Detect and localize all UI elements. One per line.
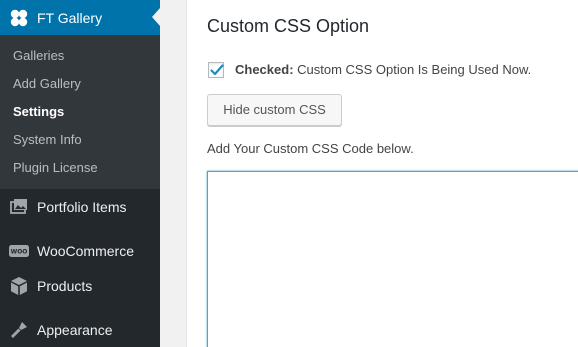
menu-ft-gallery[interactable]: FT Gallery [0, 0, 160, 35]
custom-css-textarea[interactable] [207, 171, 578, 347]
portfolio-icon [10, 199, 27, 214]
custom-css-label: Add Your Custom CSS Code below. [207, 141, 414, 156]
current-menu-arrow [152, 8, 160, 26]
woocommerce-icon: WOO [9, 245, 29, 257]
menu-products-label: Products [37, 278, 93, 294]
submenu-item-system-info[interactable]: System Info [0, 126, 160, 154]
status-label: Checked: [235, 62, 294, 77]
page-title: Custom CSS Option [207, 16, 370, 36]
submenu-item-galleries[interactable]: Galleries [0, 42, 160, 70]
svg-text:WOO: WOO [11, 249, 28, 256]
ft-gallery-icon [10, 9, 28, 26]
content-gutter [160, 0, 186, 347]
menu-appearance[interactable]: Appearance [0, 313, 160, 347]
menu-woocommerce[interactable]: WOO WooCommerce [0, 234, 160, 268]
menu-portfolio-items-label: Portfolio Items [37, 199, 127, 215]
menu-ft-gallery-label: FT Gallery [37, 9, 103, 26]
status-message: Custom CSS Option Is Being Used Now. [293, 62, 532, 77]
submenu-item-plugin-license[interactable]: Plugin License [0, 154, 160, 182]
products-icon [11, 277, 27, 295]
menu-products[interactable]: Products [0, 269, 160, 303]
appearance-icon [11, 322, 27, 338]
settings-panel: Custom CSS Option Checked: Custom CSS Op… [186, 0, 578, 347]
menu-woocommerce-label: WooCommerce [37, 243, 134, 259]
ft-gallery-submenu: Galleries Add Gallery Settings System In… [0, 35, 160, 189]
menu-appearance-label: Appearance [37, 322, 113, 338]
menu-portfolio-items[interactable]: Portfolio Items [0, 190, 160, 224]
checkmark-icon [210, 64, 224, 76]
admin-sidebar: FT Gallery Galleries Add Gallery Setting… [0, 0, 160, 347]
custom-css-status: Checked: Custom CSS Option Is Being Used… [235, 62, 531, 77]
submenu-item-add-gallery[interactable]: Add Gallery [0, 70, 160, 98]
hide-custom-css-button[interactable]: Hide custom CSS [207, 94, 342, 126]
submenu-item-settings[interactable]: Settings [0, 98, 160, 126]
custom-css-checkbox[interactable] [208, 62, 224, 78]
